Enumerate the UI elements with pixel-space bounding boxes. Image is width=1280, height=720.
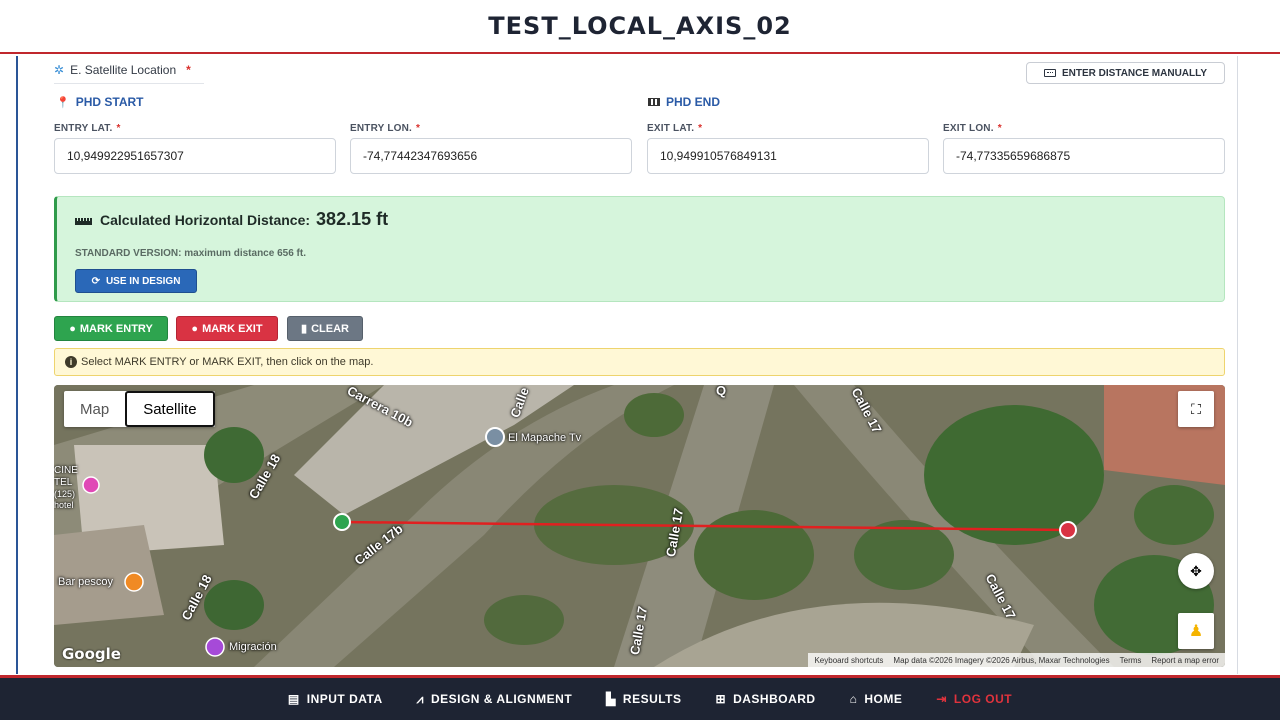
distance-value: 382.15 ft [316,209,389,229]
entry-lat-label: ENTRY LAT. * [54,123,121,134]
satellite-icon: ✲ [54,63,65,77]
section-label: ✲ E. Satellite Location * [54,63,204,84]
app-header: TEST_LOCAL_AXIS_02 [0,0,1280,54]
nav-design-alignment[interactable]: ⩘ DESIGN & ALIGNMENT [417,692,573,707]
poi-label: CINE [54,465,78,476]
nav-input-data-label: INPUT DATA [306,692,383,706]
poi-label: Migración [229,641,277,653]
home-icon: ⌂ [849,692,858,706]
section-label-text: E. Satellite Location [70,63,177,77]
page-title: TEST_LOCAL_AXIS_02 [488,12,792,40]
terms-link[interactable]: Terms [1120,656,1142,665]
chart-icon: ▙ [606,692,616,706]
required-mark: * [186,63,191,77]
phd-end-label: PHD END [666,95,721,109]
map-marker-icon: ● [69,322,76,335]
use-in-design-label: USE IN DESIGN [105,275,181,287]
main-content: ✲ E. Satellite Location * ENTER DISTANCE… [16,56,1238,674]
clear-label: CLEAR [311,322,349,335]
poi-label: TEL [54,477,73,488]
distance-result-title: Calculated Horizontal Distance: 382.15 f… [75,209,388,230]
checkered-flag-icon [648,98,660,106]
nav-design-alignment-label: DESIGN & ALIGNMENT [430,692,573,706]
keyboard-shortcuts-link[interactable]: Keyboard shortcuts [814,656,883,665]
standard-version-note: STANDARD VERSION: maximum distance 656 f… [75,248,306,259]
enter-distance-manually-button[interactable]: ENTER DISTANCE MANUALLY [1026,62,1225,84]
nav-logout-label: LOG OUT [953,692,1013,706]
nav-dashboard-label: DASHBOARD [733,692,816,706]
entry-marker [333,513,351,531]
clipboard-icon: ▤ [287,692,300,706]
enter-distance-manually-label: ENTER DISTANCE MANUALLY [1061,67,1207,79]
map-data-attribution: Map data ©2026 Imagery ©2026 Airbus, Max… [893,655,1110,665]
exit-marker [1059,521,1077,539]
report-map-error-link[interactable]: Report a map error [1151,656,1219,665]
use-in-design-button[interactable]: ⟳ USE IN DESIGN [75,269,197,293]
street-label: Q [716,385,727,398]
street-view-pegman[interactable]: ♟ [1178,613,1214,649]
nav-input-data[interactable]: ▤ INPUT DATA [288,692,383,706]
logout-icon: ⇥ [936,692,947,706]
map-type-satellite[interactable]: Satellite [125,391,215,427]
phd-start-title: 📍 PHD START [56,95,143,109]
poi-label: (125) [54,489,76,499]
entry-lon-input[interactable] [350,138,632,174]
dashboard-icon: ⊞ [715,692,727,706]
pegman-icon: ♟ [1188,623,1204,640]
nav-home-label: HOME [864,692,903,706]
exit-lat-input[interactable] [647,138,929,174]
entry-lat-input[interactable] [54,138,336,174]
nav-dashboard[interactable]: ⊞ DASHBOARD [716,692,816,706]
nav-results-label: RESULTS [622,692,682,706]
nav-results[interactable]: ▙ RESULTS [606,692,681,706]
poi-label: Bar pescoy [58,576,114,588]
map-type-control: Map Satellite [64,391,215,427]
nav-home[interactable]: ⌂ HOME [850,692,903,706]
ruler-icon [75,218,92,225]
hint-bar: i Select MARK ENTRY or MARK EXIT, then c… [54,348,1225,376]
mark-exit-button[interactable]: ● MARK EXIT [176,316,278,341]
map-attribution: Keyboard shortcuts Map data ©2026 Imager… [808,653,1225,667]
info-icon: i [65,356,77,368]
distance-title-text: Calculated Horizontal Distance: [100,212,311,228]
map-type-map[interactable]: Map [64,391,125,427]
bottom-nav: ▤ INPUT DATA ⩘ DESIGN & ALIGNMENT ▙ RESU… [0,675,1280,720]
phd-end-title: PHD END [648,95,720,109]
clear-button[interactable]: ▮ CLEAR [287,316,363,341]
mark-entry-label: MARK ENTRY [79,322,153,335]
mark-entry-button[interactable]: ● MARK ENTRY [54,316,168,341]
satellite-map[interactable]: Map Satellite ⛶ ✥ ♟ Carrera 10b Calle Q … [54,385,1225,667]
exit-lon-input[interactable] [943,138,1225,174]
phd-start-label: PHD START [75,95,144,109]
map-pan-control[interactable]: ✥ [1178,553,1214,589]
fullscreen-icon: ⛶ [1191,400,1201,417]
poi-label: hotel [54,500,74,510]
map-marker-icon: ● [191,322,199,335]
distance-result-panel: Calculated Horizontal Distance: 382.15 f… [54,196,1225,302]
exit-lon-label: EXIT LON. * [943,123,1002,134]
nav-logout[interactable]: ⇥ LOG OUT [936,692,1012,706]
entry-lon-label: ENTRY LON. * [350,123,421,134]
hint-text: Select MARK ENTRY or MARK EXIT, then cli… [81,356,374,368]
pan-arrows-icon: ✥ [1190,562,1202,579]
fullscreen-button[interactable]: ⛶ [1178,391,1214,427]
google-logo: Google [62,645,121,663]
mark-exit-label: MARK EXIT [202,322,263,335]
exit-lat-label: EXIT LAT. * [647,123,703,134]
map-pin-icon: 📍 [56,96,70,109]
keyboard-icon [1043,69,1056,77]
refresh-icon: ⟳ [91,275,100,287]
drafting-compass-icon: ⩘ [416,691,424,706]
trash-icon: ▮ [301,323,308,335]
poi-label: El Mapache Tv [508,432,582,444]
